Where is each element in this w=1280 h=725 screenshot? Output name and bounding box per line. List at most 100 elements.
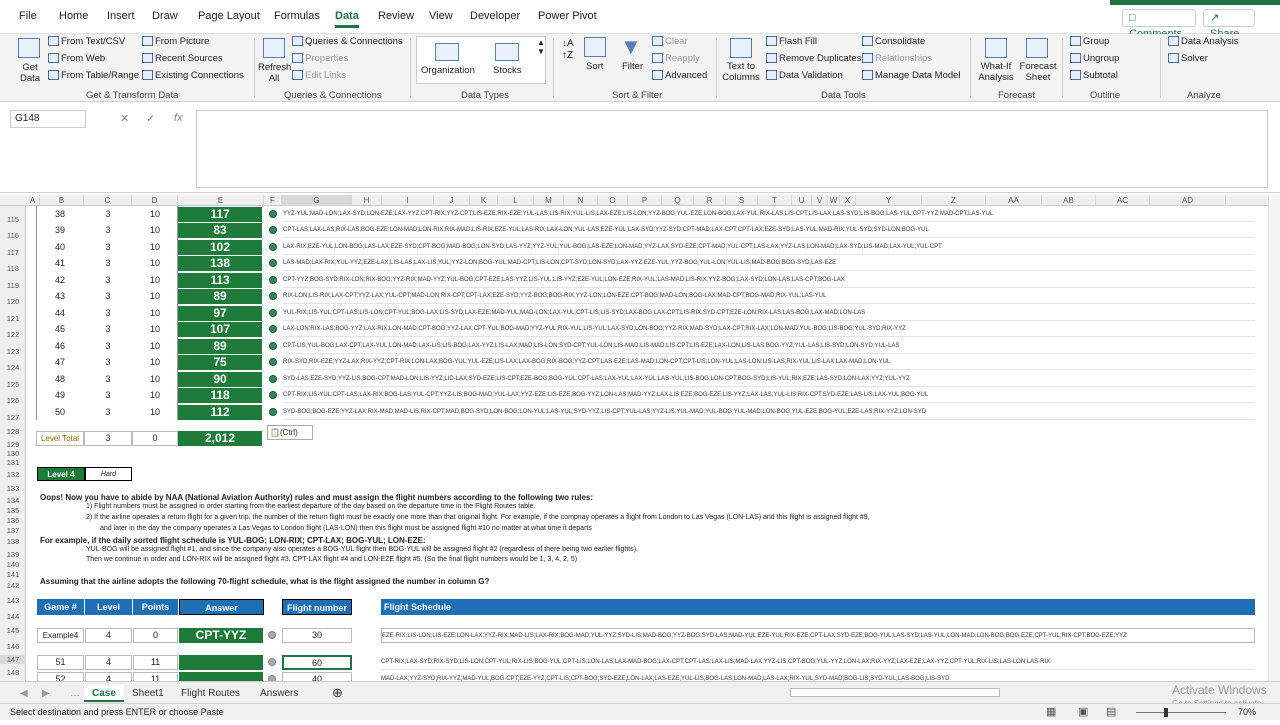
game-cell[interactable]: 42: [36, 273, 84, 288]
points-cell[interactable]: 10: [132, 322, 178, 337]
sort-icon[interactable]: [584, 37, 606, 57]
column-header[interactable]: AC: [1096, 195, 1150, 206]
group-button[interactable]: Group: [1070, 36, 1109, 47]
game-cell[interactable]: 45: [36, 322, 84, 337]
level-cell[interactable]: 3: [84, 256, 132, 271]
answer-cell[interactable]: 83: [178, 223, 262, 238]
row-header[interactable]: 123: [0, 347, 26, 356]
row-header[interactable]: 133: [0, 484, 26, 493]
filter-button[interactable]: Filter: [622, 61, 643, 72]
name-box[interactable]: G148: [10, 110, 86, 128]
schedule-cell[interactable]: MAD-LAX;YYZ-SYD;RIX-YYZ;MAD-YUL;BOG-CPT;…: [381, 672, 1255, 681]
points-cell[interactable]: 11: [133, 655, 178, 670]
column-header[interactable]: G: [282, 195, 352, 206]
example-level-cell[interactable]: 4: [85, 628, 132, 643]
points-cell[interactable]: 10: [132, 207, 178, 222]
paste-options-button[interactable]: 📋(Ctrl): [267, 425, 313, 440]
schedule-cell[interactable]: CPT-RIX;LAX-SYD;RIX-SYD;LIS-LON;CPT-YUL;…: [381, 655, 1255, 670]
existing-connections-button[interactable]: Existing Connections: [142, 70, 244, 81]
row-header[interactable]: 128: [0, 427, 26, 436]
level-cell[interactable]: 3: [84, 322, 132, 337]
row-header[interactable]: 140: [0, 560, 26, 569]
clear-button[interactable]: Clear: [652, 36, 688, 47]
game-cell[interactable]: 50: [36, 405, 84, 420]
level-total-label[interactable]: Level Total: [36, 431, 84, 446]
level-cell[interactable]: 4: [85, 655, 132, 670]
data-analysis-button[interactable]: Data Analysis: [1168, 36, 1239, 47]
row-header[interactable]: 139: [0, 550, 26, 559]
column-header[interactable]: X: [840, 195, 856, 206]
column-header[interactable]: AD: [1150, 195, 1226, 206]
answer-cell[interactable]: 90: [178, 372, 262, 387]
column-header[interactable]: B: [40, 195, 84, 206]
level-cell[interactable]: 3: [84, 207, 132, 222]
page-break-view-icon[interactable]: ▤: [1106, 705, 1116, 718]
column-header[interactable]: O: [598, 195, 628, 206]
flash-fill-button[interactable]: Flash Fill: [766, 36, 817, 47]
column-header[interactable]: A: [26, 195, 40, 206]
column-header[interactable]: N: [564, 195, 598, 206]
level-total-level[interactable]: 3: [84, 431, 132, 446]
queries-connections-button[interactable]: Queries & Connections: [292, 36, 403, 47]
column-header[interactable]: J: [434, 195, 470, 206]
solver-button[interactable]: Solver: [1168, 53, 1208, 64]
from-text-csv-button[interactable]: From Text/CSV: [48, 36, 125, 47]
points-cell[interactable]: 10: [132, 306, 178, 321]
zoom-slider-thumb[interactable]: [1164, 708, 1168, 717]
organization-icon[interactable]: [435, 43, 459, 61]
enter-icon[interactable]: ✓: [146, 112, 155, 125]
stocks-icon[interactable]: [495, 43, 519, 61]
reapply-button[interactable]: Reapply: [652, 53, 700, 64]
level-cell[interactable]: 3: [84, 339, 132, 354]
refresh-all-button[interactable]: Refresh All: [258, 62, 291, 84]
column-header[interactable]: W: [828, 195, 840, 206]
page-layout-view-icon[interactable]: ▣: [1078, 705, 1088, 718]
row-header[interactable]: 134: [0, 496, 26, 505]
game-cell[interactable]: 41: [36, 256, 84, 271]
insert-function-icon[interactable]: fx: [174, 112, 183, 124]
sort-button[interactable]: Sort: [586, 61, 603, 72]
answer-cell[interactable]: 89: [178, 289, 262, 304]
level-cell[interactable]: 3: [84, 306, 132, 321]
schedule-cell[interactable]: SYD-BOG;BOG-EZE;YYZ-LAX;RIX-MAD;MAD-LIS;…: [283, 405, 1255, 420]
row-header[interactable]: 130: [0, 449, 26, 458]
row-header[interactable]: 126: [0, 396, 26, 405]
level-total-answer[interactable]: 2,012: [178, 431, 262, 446]
points-cell[interactable]: 10: [132, 405, 178, 420]
column-header[interactable]: L: [498, 195, 534, 206]
manage-data-model-button[interactable]: Manage Data Model: [862, 70, 961, 81]
column-header[interactable]: T: [758, 195, 792, 206]
properties-button[interactable]: Properties: [292, 53, 348, 64]
schedule-cell[interactable]: LAX-LON;RIX-LAS;BOG-YYZ;LAX-RIX;LON-MAD;…: [283, 322, 1255, 337]
game-cell[interactable]: 40: [36, 240, 84, 255]
prev-sheet-icon[interactable]: ◀: [12, 685, 36, 702]
row-header[interactable]: 119: [0, 281, 26, 290]
points-cell[interactable]: 10: [132, 289, 178, 304]
row-header[interactable]: 147: [0, 655, 26, 664]
comments-button[interactable]: □ Comments: [1122, 9, 1196, 40]
row-header[interactable]: 116: [0, 231, 26, 240]
column-header[interactable]: F: [264, 195, 282, 206]
schedule-cell[interactable]: YYZ-YUL;MAD-LON;LAX-SYD;LON-EZE;LAX-YYZ;…: [283, 207, 1255, 222]
row-header[interactable]: 148: [0, 668, 26, 677]
answer-cell[interactable]: [179, 672, 263, 681]
gallery-scroll-icon[interactable]: ▲ ▼: [537, 38, 545, 56]
row-header[interactable]: 132: [0, 470, 26, 479]
row-header[interactable]: 145: [0, 626, 26, 635]
ungroup-button[interactable]: Ungroup: [1070, 53, 1119, 64]
answer-cell[interactable]: 102: [178, 240, 262, 255]
column-header[interactable]: U: [792, 195, 812, 206]
get-data-button[interactable]: Get Data: [16, 62, 44, 84]
tab-view[interactable]: View: [429, 10, 453, 22]
schedule-cell[interactable]: CPT-RIX;LIS-YUL;CPT-LAS;LAX-RIX;BOG-LAS;…: [283, 388, 1255, 403]
tab-data[interactable]: Data: [335, 10, 359, 28]
row-header[interactable]: 136: [0, 516, 26, 525]
forecast-sheet-button[interactable]: Forecast Sheet: [1018, 61, 1058, 83]
share-button[interactable]: ↗ Share: [1203, 9, 1255, 40]
row-header[interactable]: 143: [0, 596, 26, 605]
tab-developer[interactable]: Developer: [470, 10, 520, 22]
level-cell[interactable]: 3: [84, 223, 132, 238]
answer-cell[interactable]: 75: [178, 355, 262, 370]
sheet-tab-flight-routes[interactable]: Flight Routes: [173, 685, 248, 702]
row-header[interactable]: 115: [0, 215, 26, 224]
